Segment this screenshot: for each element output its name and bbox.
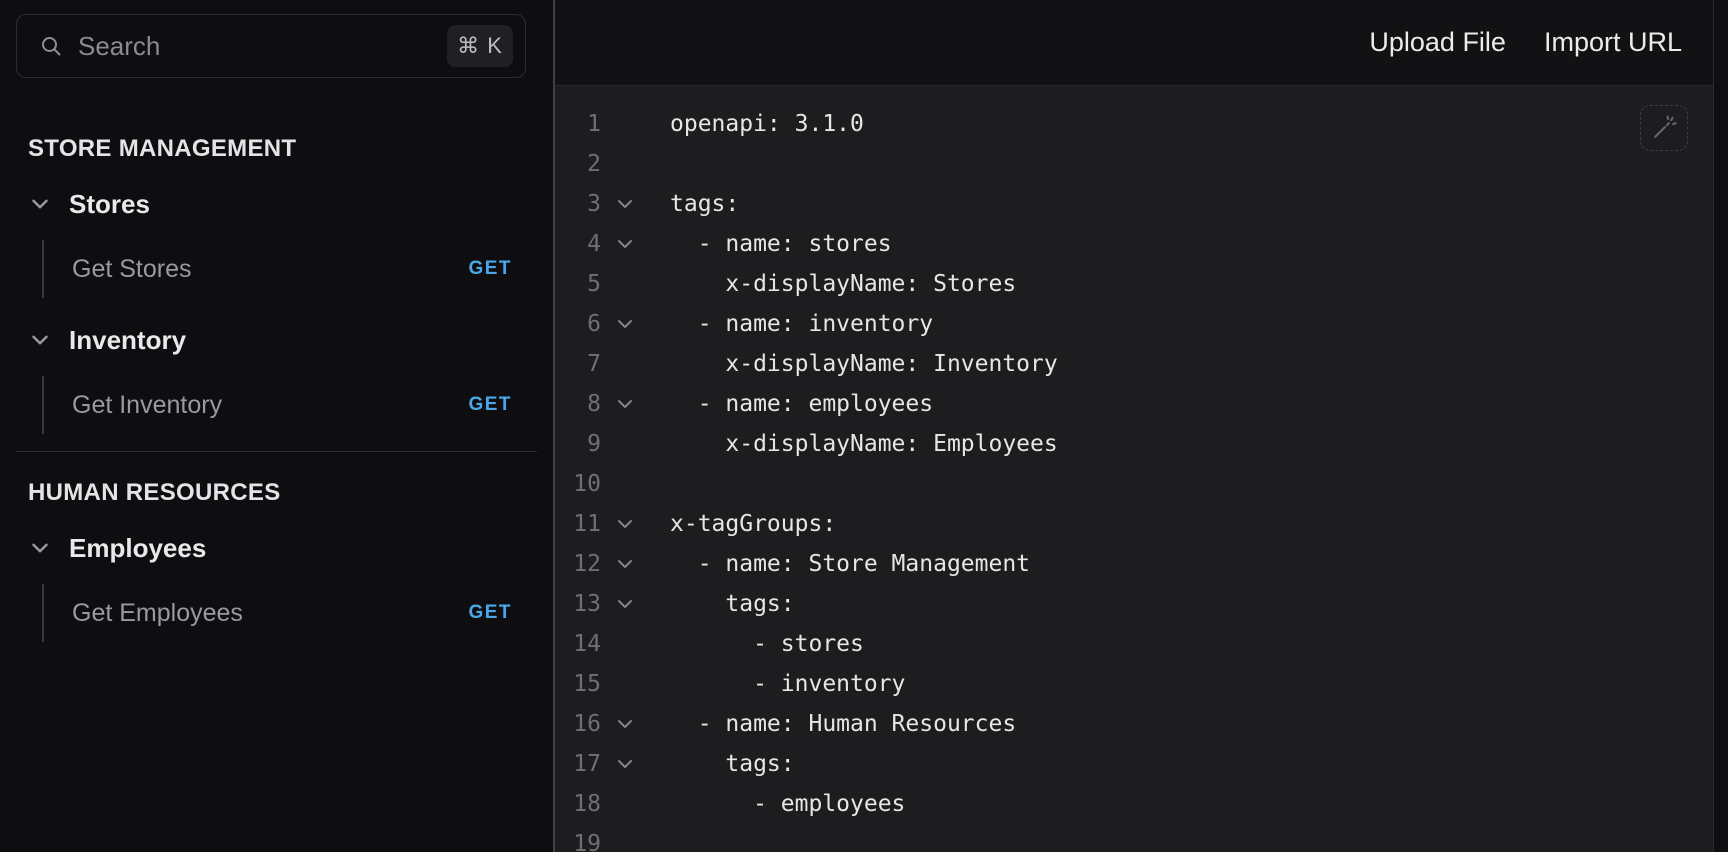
code-text: x-displayName: Inventory bbox=[670, 351, 1058, 377]
line-number: 7 bbox=[587, 351, 601, 377]
chevron-down-icon bbox=[28, 328, 52, 352]
code-line: 13 tags: bbox=[555, 584, 1728, 624]
import-url-button[interactable]: Import URL bbox=[1544, 27, 1682, 58]
fold-chevron-icon[interactable] bbox=[605, 593, 645, 615]
sidebar: Search ⌘ K STORE MANAGEMENT Stores Get Sto… bbox=[0, 0, 553, 852]
code-line: 18 - employees bbox=[555, 784, 1728, 824]
code-line: 12 - name: Store Management bbox=[555, 544, 1728, 584]
code-text: tags: bbox=[670, 591, 795, 617]
line-number: 15 bbox=[573, 671, 601, 697]
fold-chevron-icon[interactable] bbox=[605, 313, 645, 335]
sidebar-section-divider bbox=[16, 451, 537, 452]
search-input[interactable]: Search ⌘ K bbox=[16, 14, 526, 78]
editor-toolbar: Upload File Import URL bbox=[555, 0, 1728, 86]
http-method-badge: GET bbox=[468, 602, 512, 623]
code-text: - name: stores bbox=[670, 231, 892, 257]
code-line: 14 - stores bbox=[555, 624, 1728, 664]
code-line: 11 x-tagGroups: bbox=[555, 504, 1728, 544]
fold-chevron-icon[interactable] bbox=[605, 713, 645, 735]
magic-wand-button[interactable] bbox=[1640, 105, 1688, 151]
line-number: 3 bbox=[587, 191, 601, 217]
line-number: 13 bbox=[573, 591, 601, 617]
code-line: 6 - name: inventory bbox=[555, 304, 1728, 344]
code-text: x-tagGroups: bbox=[670, 511, 837, 537]
code-text: - stores bbox=[670, 631, 864, 657]
line-number: 12 bbox=[573, 551, 601, 577]
line-number: 10 bbox=[573, 471, 601, 497]
sidebar-group-stores[interactable]: Stores bbox=[0, 182, 553, 226]
line-number: 17 bbox=[573, 751, 601, 777]
code-line: 10 bbox=[555, 464, 1728, 504]
line-number: 19 bbox=[573, 831, 601, 852]
line-number: 11 bbox=[573, 511, 601, 537]
fold-chevron-icon[interactable] bbox=[605, 753, 645, 775]
line-number: 5 bbox=[587, 271, 601, 297]
code-text: tags: bbox=[670, 751, 795, 777]
code-text: - name: inventory bbox=[670, 311, 934, 337]
http-method-badge: GET bbox=[468, 394, 512, 415]
fold-chevron-icon[interactable] bbox=[605, 233, 645, 255]
scrollbar-track[interactable] bbox=[1713, 0, 1728, 852]
sidebar-group-employees[interactable]: Employees bbox=[0, 526, 553, 570]
code-text: - inventory bbox=[670, 671, 906, 697]
sidebar-group-label: Stores bbox=[69, 188, 150, 219]
code-line: 4 - name: stores bbox=[555, 224, 1728, 264]
line-number: 8 bbox=[587, 391, 601, 417]
search-shortcut-badge: ⌘ K bbox=[447, 25, 513, 67]
operation-label: Get Stores bbox=[72, 254, 192, 283]
code-line: 16 - name: Human Resources bbox=[555, 704, 1728, 744]
fold-chevron-icon[interactable] bbox=[605, 553, 645, 575]
upload-file-button[interactable]: Upload File bbox=[1369, 27, 1506, 58]
chevron-down-icon bbox=[28, 536, 52, 560]
line-number: 9 bbox=[587, 431, 601, 457]
code-text: - name: Human Resources bbox=[670, 711, 1017, 737]
operation-label: Get Employees bbox=[72, 598, 243, 627]
code-line: 8 - name: employees bbox=[555, 384, 1728, 424]
code-line: 2 bbox=[555, 144, 1728, 184]
app-window: Search ⌘ K STORE MANAGEMENT Stores Get Sto… bbox=[0, 0, 1728, 852]
code-editor[interactable]: 1 openapi: 3.1.0 2 3 tags: 4 - name: stores 5 … bbox=[555, 86, 1728, 852]
line-number: 16 bbox=[573, 711, 601, 737]
fold-chevron-icon[interactable] bbox=[605, 513, 645, 535]
code-line: 1 openapi: 3.1.0 bbox=[555, 104, 1728, 144]
editor-panel: Upload File Import URL 1 openapi: 3.1.0 2 3… bbox=[553, 0, 1728, 852]
code-line: 15 - inventory bbox=[555, 664, 1728, 704]
code-line: 17 tags: bbox=[555, 744, 1728, 784]
code-text: x-displayName: Stores bbox=[670, 271, 1017, 297]
line-number: 6 bbox=[587, 311, 601, 337]
search-placeholder: Search bbox=[78, 30, 161, 61]
http-method-badge: GET bbox=[468, 258, 512, 279]
code-line: 7 x-displayName: Inventory bbox=[555, 344, 1728, 384]
sidebar-operation-get-inventory[interactable]: Get Inventory GET bbox=[42, 376, 512, 434]
chevron-down-icon bbox=[28, 192, 52, 216]
code-text: tags: bbox=[670, 191, 740, 217]
line-number: 14 bbox=[573, 631, 601, 657]
api-navigation: STORE MANAGEMENT Stores Get Stores GET Inven… bbox=[0, 136, 553, 642]
fold-chevron-icon[interactable] bbox=[605, 193, 645, 215]
code-text: - name: Store Management bbox=[670, 551, 1031, 577]
sidebar-group-inventory[interactable]: Inventory bbox=[0, 318, 553, 362]
sidebar-section-title: HUMAN RESOURCES bbox=[28, 479, 281, 506]
code-text: - employees bbox=[670, 791, 906, 817]
code-line: 3 tags: bbox=[555, 184, 1728, 224]
search-icon bbox=[39, 34, 63, 58]
line-number: 4 bbox=[587, 231, 601, 257]
code-text: openapi: 3.1.0 bbox=[670, 111, 864, 137]
code-line: 5 x-displayName: Stores bbox=[555, 264, 1728, 304]
sidebar-operation-get-employees[interactable]: Get Employees GET bbox=[42, 584, 512, 642]
sidebar-group-label: Employees bbox=[69, 532, 207, 563]
operation-label: Get Inventory bbox=[72, 390, 223, 419]
code-line: 19 bbox=[555, 824, 1728, 852]
code-text: x-displayName: Employees bbox=[670, 431, 1058, 457]
magic-wand-icon bbox=[1650, 114, 1678, 142]
sidebar-group-label: Inventory bbox=[69, 324, 187, 355]
line-number: 18 bbox=[573, 791, 601, 817]
code-text: - name: employees bbox=[670, 391, 934, 417]
code-line: 9 x-displayName: Employees bbox=[555, 424, 1728, 464]
sidebar-section-title: STORE MANAGEMENT bbox=[28, 135, 297, 162]
line-number: 1 bbox=[587, 111, 601, 137]
sidebar-operation-get-stores[interactable]: Get Stores GET bbox=[42, 240, 512, 298]
fold-chevron-icon[interactable] bbox=[605, 393, 645, 415]
line-number: 2 bbox=[587, 151, 601, 177]
